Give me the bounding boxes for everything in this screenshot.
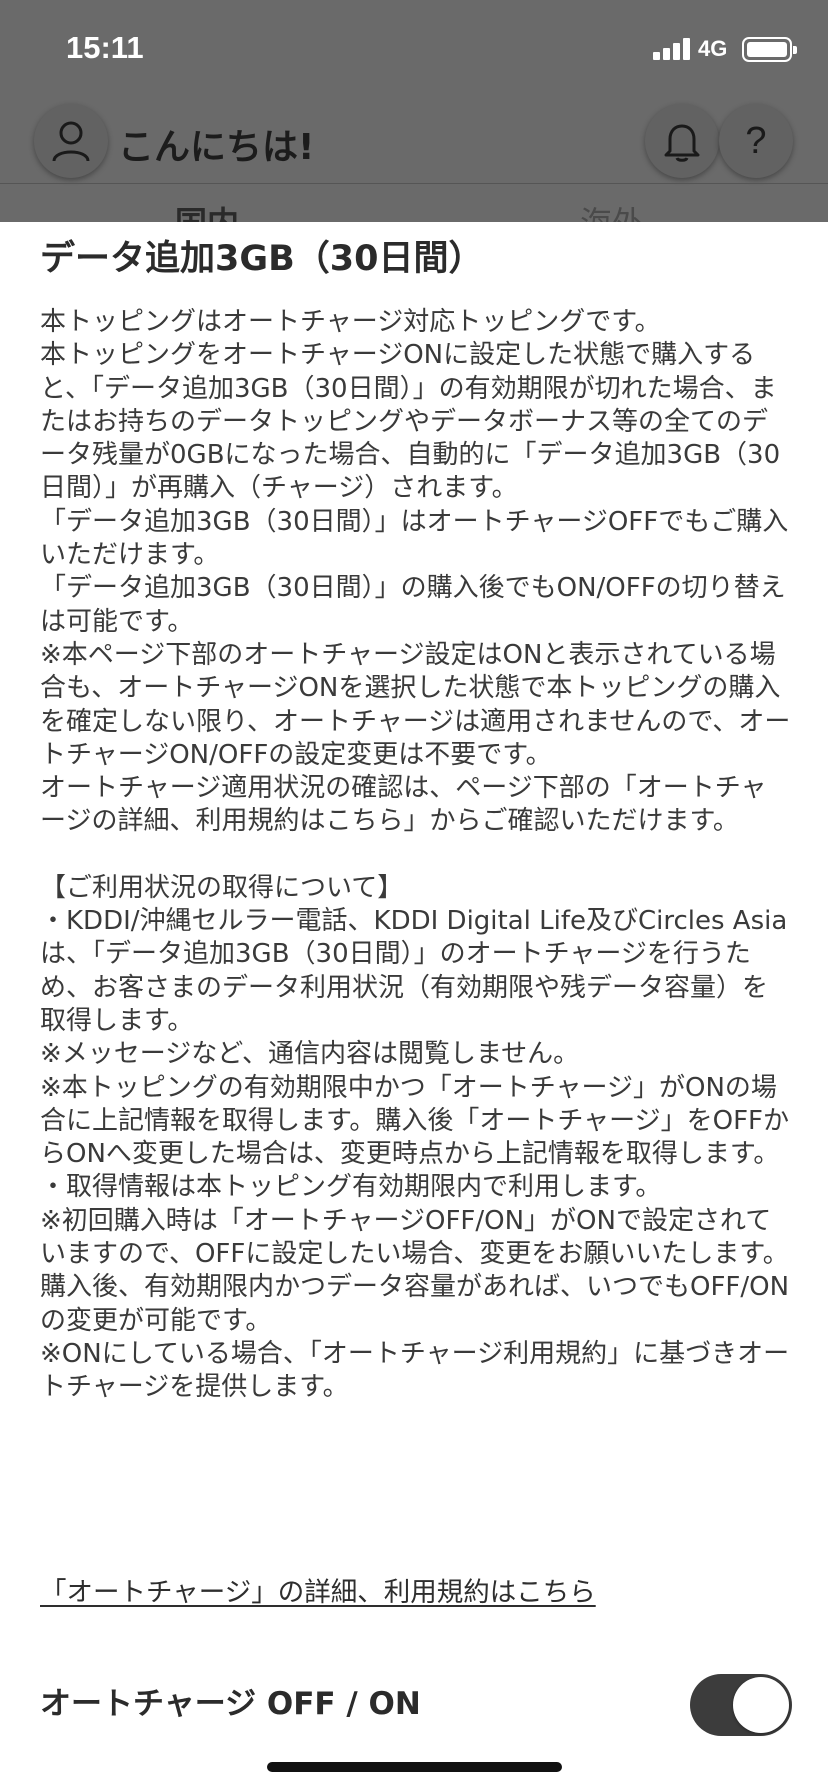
tab-domestic[interactable]: 国内 [175, 198, 239, 222]
tab-overseas[interactable]: 海外 [580, 198, 644, 222]
toggle-knob [733, 1677, 789, 1733]
autocharge-setting-row: オートチャージ OFF / ON [0, 1658, 828, 1738]
bell-icon [664, 124, 700, 162]
greeting-text: こんにちは! [118, 127, 315, 168]
topping-detail-sheet: データ追加3GB（30日間） 本トッピングはオートチャージ対応トッピングです。 … [0, 222, 828, 1792]
profile-button[interactable] [34, 104, 108, 178]
battery-icon [742, 37, 797, 62]
network-type: 4G [698, 36, 728, 61]
region-tabs: 国内 海外 [0, 184, 828, 222]
app-header: こんにちは! ? [0, 100, 828, 184]
topping-description: 本トッピングはオートチャージ対応トッピングです。 本トッピングをオートチャージO… [40, 306, 792, 1405]
autocharge-terms-link[interactable]: 「オートチャージ」の詳細、利用規約はこちら [40, 1570, 596, 1609]
home-indicator[interactable] [267, 1762, 562, 1772]
autocharge-explanation-paragraph: 本トッピングはオートチャージ対応トッピングです。 本トッピングをオートチャージO… [40, 307, 791, 837]
status-time: 15:11 [66, 30, 144, 65]
question-icon: ? [745, 119, 767, 162]
help-button[interactable]: ? [719, 104, 793, 178]
notifications-button[interactable] [645, 104, 719, 178]
paragraph-spacer [40, 839, 792, 872]
usage-data-acquisition-paragraph: 【ご利用状況の取得について】 ・KDDI/沖縄セルラー電話、KDDI Digit… [40, 872, 790, 1403]
user-icon [52, 121, 90, 162]
status-bar: 15:11 4G [0, 0, 828, 100]
autocharge-label: オートチャージ OFF / ON [40, 1686, 421, 1722]
autocharge-toggle[interactable] [690, 1674, 792, 1736]
sheet-title: データ追加3GB（30日間） [40, 239, 484, 279]
background-app: 15:11 4G こんにちは! ? [0, 0, 828, 222]
cellular-signal-icon [653, 38, 691, 60]
